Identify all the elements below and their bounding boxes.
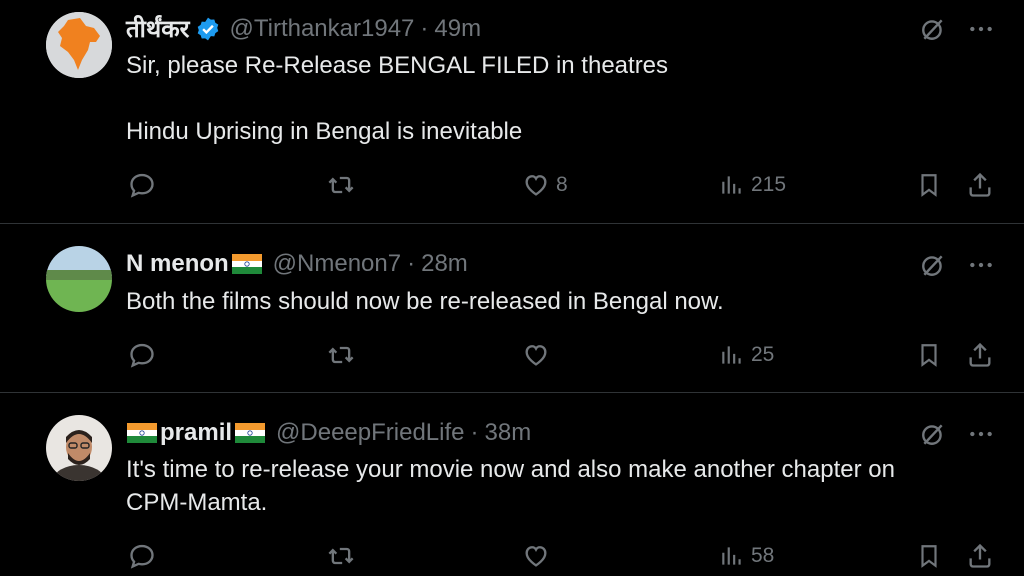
like-button[interactable]: 8 [522, 171, 568, 199]
reply-button[interactable] [128, 341, 156, 369]
like-icon [525, 345, 547, 366]
reply-icon [130, 343, 154, 368]
share-icon [969, 543, 991, 568]
retweet-button[interactable] [326, 171, 356, 199]
tweet-text: Sir, please Re-Release BENGAL FILED in t… [126, 49, 986, 148]
like-button[interactable] [522, 341, 556, 369]
tweet-text-line [126, 82, 986, 115]
view-count: 25 [751, 343, 775, 366]
reply-button[interactable] [128, 542, 156, 570]
views-button[interactable]: 215 [719, 171, 786, 199]
retweet-icon [328, 346, 354, 364]
retweet-icon [328, 176, 354, 194]
like-count: 8 [556, 173, 568, 196]
separator-dot: · [420, 14, 429, 42]
person-avatar-image [46, 415, 112, 481]
separator-dot: · [470, 419, 479, 446]
like-icon [525, 175, 547, 196]
india-map-avatar-image [46, 12, 112, 78]
bookmark-button[interactable] [916, 171, 942, 199]
grok-icon[interactable] [920, 16, 946, 42]
action-bar: 8 215 [0, 171, 1024, 205]
tweet[interactable]: pramil @DeeepFriedLife · 38m It's time t… [0, 393, 1024, 576]
display-name[interactable]: pramil [160, 419, 232, 447]
tweet-text: Both the films should now be re-released… [126, 285, 986, 318]
india-flag-icon [234, 423, 266, 443]
action-bar: 25 [0, 341, 1024, 375]
reply-button[interactable] [128, 171, 156, 199]
more-icon[interactable] [968, 16, 994, 42]
tweet[interactable]: तीर्थंकर @Tirthankar1947 · 49m Sir, plea… [0, 0, 1024, 224]
like-button[interactable] [522, 542, 556, 570]
handle[interactable]: @Tirthankar1947 [229, 15, 414, 43]
share-button[interactable] [966, 341, 994, 369]
handle[interactable]: @Nmenon7 [273, 250, 401, 278]
views-button[interactable]: 25 [719, 341, 774, 369]
view-count: 58 [751, 544, 775, 567]
like-icon [525, 546, 547, 567]
handle[interactable]: @DeeepFriedLife [276, 419, 464, 447]
bookmark-button[interactable] [916, 542, 942, 570]
timestamp[interactable]: 49m [434, 15, 481, 43]
retweet-button[interactable] [326, 341, 356, 369]
separator-dot: · [407, 250, 416, 277]
tweet-text-line: It's time to re-release your movie now a… [126, 456, 895, 483]
grok-icon[interactable] [920, 252, 946, 278]
views-icon [722, 176, 741, 194]
landscape-avatar-image [46, 246, 112, 312]
display-name[interactable]: तीर्थंकर [126, 12, 189, 45]
bookmark-icon [921, 174, 937, 197]
bookmark-icon [921, 545, 937, 568]
grok-icon[interactable] [920, 421, 946, 447]
timestamp[interactable]: 38m [485, 419, 532, 447]
reply-icon [130, 173, 154, 198]
display-name[interactable]: N menon [126, 250, 229, 278]
reply-icon [130, 544, 154, 569]
views-icon [722, 547, 741, 565]
tweet-text: It's time to re-release your movie now a… [126, 453, 986, 519]
share-icon [969, 342, 991, 367]
more-icon[interactable] [968, 421, 994, 447]
india-flag-icon [126, 423, 158, 443]
action-bar: 58 [0, 542, 1024, 576]
more-icon[interactable] [968, 252, 994, 278]
share-button[interactable] [966, 171, 994, 199]
avatar[interactable] [46, 12, 112, 78]
views-button[interactable]: 58 [719, 542, 774, 570]
share-button[interactable] [966, 542, 994, 570]
tweet-text-line: Sir, please Re-Release BENGAL FILED in t… [126, 52, 669, 79]
verified-badge-icon [195, 16, 221, 42]
tweet-text-line: Hindu Uprising in Bengal is inevitable [126, 118, 523, 145]
retweet-button[interactable] [326, 542, 356, 570]
avatar[interactable] [46, 415, 112, 481]
tweet[interactable]: N menon @Nmenon7 · 28m Both the films sh… [0, 224, 1024, 393]
timestamp[interactable]: 28m [421, 250, 468, 278]
view-count: 215 [751, 173, 787, 196]
bookmark-button[interactable] [916, 341, 942, 369]
retweet-icon [328, 547, 354, 565]
views-icon [722, 346, 741, 364]
share-icon [969, 172, 991, 197]
india-flag-icon [231, 254, 263, 274]
avatar[interactable] [46, 246, 112, 312]
tweet-text-line: CPM-Mamta. [126, 489, 268, 516]
tweet-text-line: Both the films should now be re-released… [126, 288, 724, 315]
bookmark-icon [921, 344, 937, 367]
